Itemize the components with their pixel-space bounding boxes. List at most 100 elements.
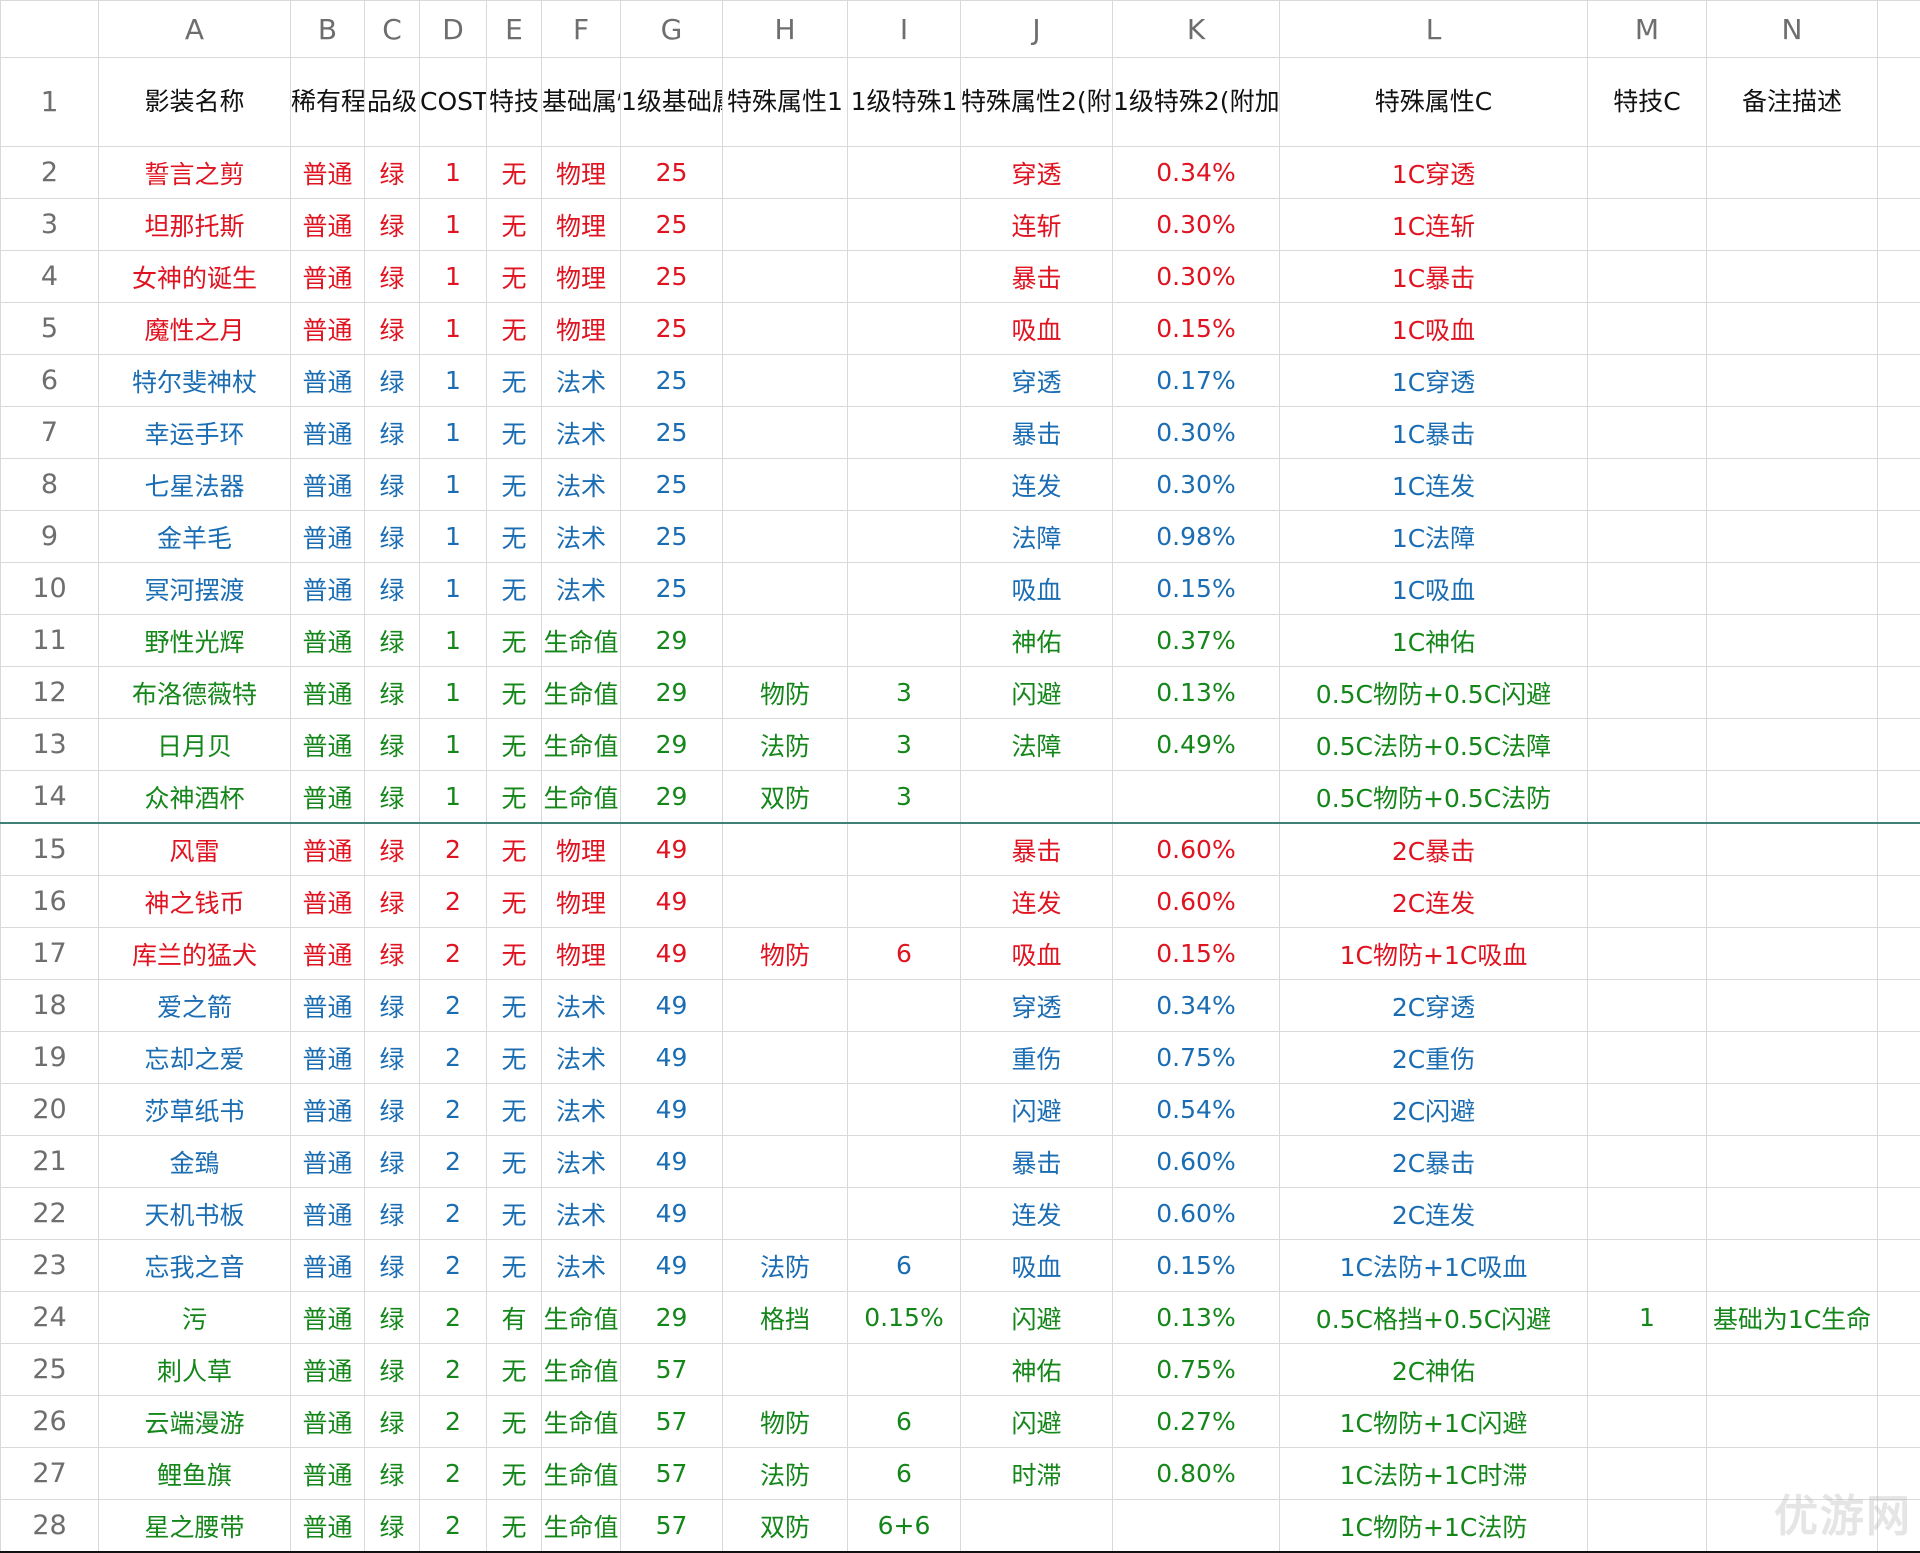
cell-extra[interactable] — [1878, 667, 1920, 719]
cell-lv1-special2[interactable]: 0.60% — [1113, 876, 1280, 928]
row-number[interactable]: 7 — [1, 407, 99, 459]
cell-base-attr[interactable]: 生命值 — [542, 1344, 621, 1396]
column-letter-n[interactable]: N — [1707, 1, 1878, 58]
cell-lv1-special2[interactable]: 0.13% — [1113, 1292, 1280, 1344]
cell-name[interactable]: 日月贝 — [99, 719, 291, 771]
cell-skill-c[interactable] — [1588, 928, 1707, 980]
cell-cost[interactable]: 2 — [420, 1032, 487, 1084]
cell-lv1-special2[interactable] — [1113, 771, 1280, 824]
cell-extra[interactable] — [1878, 1292, 1920, 1344]
cell-lv1-base[interactable]: 25 — [621, 511, 723, 563]
cell-special-c[interactable]: 1C吸血 — [1280, 563, 1588, 615]
cell-remark[interactable] — [1707, 459, 1878, 511]
cell-skill[interactable]: 有 — [487, 1292, 542, 1344]
cell-extra[interactable] — [1878, 251, 1920, 303]
cell-special1[interactable] — [723, 563, 848, 615]
cell-cost[interactable]: 1 — [420, 251, 487, 303]
cell-extra[interactable] — [1878, 876, 1920, 928]
cell-lv1-base[interactable]: 25 — [621, 407, 723, 459]
cell-lv1-special1[interactable]: 6+6 — [848, 1500, 961, 1553]
cell-grade[interactable]: 绿 — [365, 1500, 420, 1553]
cell-rarity[interactable]: 普通 — [291, 1500, 365, 1553]
row-number[interactable]: 1 — [1, 58, 99, 147]
cell-rarity[interactable]: 普通 — [291, 1240, 365, 1292]
cell-rarity[interactable]: 普通 — [291, 719, 365, 771]
cell-remark[interactable] — [1707, 823, 1878, 876]
cell-lv1-special2[interactable]: 0.15% — [1113, 563, 1280, 615]
cell-remark[interactable] — [1707, 980, 1878, 1032]
cell-grade[interactable]: 绿 — [365, 1032, 420, 1084]
cell-lv1-base[interactable]: 49 — [621, 823, 723, 876]
cell-name[interactable]: 鲤鱼旗 — [99, 1448, 291, 1500]
cell-grade[interactable]: 绿 — [365, 1084, 420, 1136]
cell-lv1-special2[interactable]: 0.17% — [1113, 355, 1280, 407]
cell-special1[interactable]: 法防 — [723, 1240, 848, 1292]
header-cell-lv1-special1[interactable]: 1级特殊1 — [848, 58, 961, 147]
cell-name[interactable]: 坦那托斯 — [99, 199, 291, 251]
cell-name[interactable]: 誓言之剪 — [99, 147, 291, 199]
cell-special1[interactable] — [723, 199, 848, 251]
cell-special2[interactable]: 穿透 — [961, 355, 1113, 407]
cell-extra[interactable] — [1878, 1188, 1920, 1240]
cell-rarity[interactable]: 普通 — [291, 199, 365, 251]
cell-skill-c[interactable] — [1588, 1396, 1707, 1448]
cell-lv1-base[interactable]: 29 — [621, 615, 723, 667]
cell-lv1-base[interactable]: 57 — [621, 1344, 723, 1396]
cell-grade[interactable]: 绿 — [365, 823, 420, 876]
cell-special-c[interactable]: 1C吸血 — [1280, 303, 1588, 355]
cell-special2[interactable]: 暴击 — [961, 823, 1113, 876]
cell-remark[interactable] — [1707, 1136, 1878, 1188]
row-number[interactable]: 10 — [1, 563, 99, 615]
cell-grade[interactable]: 绿 — [365, 563, 420, 615]
header-cell-cost[interactable]: COST — [420, 58, 487, 147]
cell-skill[interactable]: 无 — [487, 1448, 542, 1500]
cell-skill-c[interactable]: 1 — [1588, 1292, 1707, 1344]
cell-base-attr[interactable]: 生命值 — [542, 1292, 621, 1344]
cell-lv1-base[interactable]: 29 — [621, 719, 723, 771]
cell-lv1-base[interactable]: 25 — [621, 199, 723, 251]
row-number[interactable]: 21 — [1, 1136, 99, 1188]
cell-lv1-base[interactable]: 25 — [621, 147, 723, 199]
cell-name[interactable]: 魔性之月 — [99, 303, 291, 355]
cell-special2[interactable] — [961, 1500, 1113, 1553]
cell-extra[interactable] — [1878, 615, 1920, 667]
cell-grade[interactable]: 绿 — [365, 928, 420, 980]
cell-remark[interactable] — [1707, 1032, 1878, 1084]
cell-rarity[interactable]: 普通 — [291, 303, 365, 355]
cell-lv1-special1[interactable] — [848, 1136, 961, 1188]
cell-lv1-special1[interactable] — [848, 876, 961, 928]
cell-skill[interactable]: 无 — [487, 876, 542, 928]
cell-remark[interactable] — [1707, 1240, 1878, 1292]
cell-lv1-special1[interactable]: 6 — [848, 1240, 961, 1292]
cell-lv1-special2[interactable]: 0.75% — [1113, 1344, 1280, 1396]
cell-lv1-base[interactable]: 49 — [621, 1240, 723, 1292]
cell-special-c[interactable]: 2C神佑 — [1280, 1344, 1588, 1396]
cell-grade[interactable]: 绿 — [365, 980, 420, 1032]
column-letter-h[interactable]: H — [723, 1, 848, 58]
cell-cost[interactable]: 1 — [420, 147, 487, 199]
cell-skill[interactable]: 无 — [487, 355, 542, 407]
cell-special-c[interactable]: 1C暴击 — [1280, 251, 1588, 303]
header-cell-lv1-special2[interactable]: 1级特殊2(附加属性值) — [1113, 58, 1280, 147]
cell-skill-c[interactable] — [1588, 771, 1707, 824]
cell-special-c[interactable]: 0.5C格挡+0.5C闪避 — [1280, 1292, 1588, 1344]
cell-lv1-special2[interactable]: 0.30% — [1113, 459, 1280, 511]
cell-special1[interactable] — [723, 511, 848, 563]
cell-rarity[interactable]: 普通 — [291, 147, 365, 199]
column-letter-b[interactable]: B — [291, 1, 365, 58]
cell-base-attr[interactable]: 法术 — [542, 980, 621, 1032]
cell-lv1-special2[interactable]: 0.60% — [1113, 823, 1280, 876]
cell-special1[interactable] — [723, 251, 848, 303]
cell-grade[interactable]: 绿 — [365, 251, 420, 303]
cell-skill-c[interactable] — [1588, 563, 1707, 615]
cell-special2[interactable]: 闪避 — [961, 667, 1113, 719]
cell-lv1-special2[interactable]: 0.98% — [1113, 511, 1280, 563]
cell-cost[interactable]: 2 — [420, 1084, 487, 1136]
cell-name[interactable]: 女神的诞生 — [99, 251, 291, 303]
cell-name[interactable]: 幸运手环 — [99, 407, 291, 459]
cell-cost[interactable]: 1 — [420, 407, 487, 459]
cell-rarity[interactable]: 普通 — [291, 928, 365, 980]
cell-lv1-special2[interactable]: 0.54% — [1113, 1084, 1280, 1136]
cell-special1[interactable]: 物防 — [723, 667, 848, 719]
cell-special2[interactable] — [961, 771, 1113, 824]
